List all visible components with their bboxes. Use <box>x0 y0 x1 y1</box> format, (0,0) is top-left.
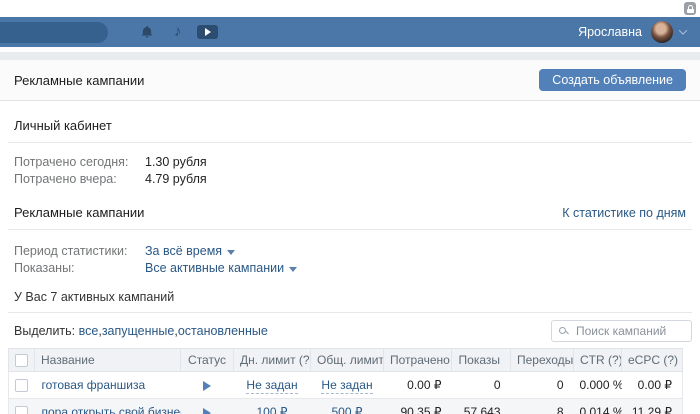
campaigns-heading: Рекламные кампании <box>14 205 145 220</box>
table-toolbar: Выделить: все запущенные остановленные <box>8 313 692 348</box>
shown-filter-label: Показаны: <box>14 261 75 275</box>
spent-yesterday-value: 4.79 рубля <box>145 172 207 186</box>
chevron-down-icon <box>678 26 688 35</box>
avatar[interactable] <box>651 21 673 43</box>
account-section: Личный кабинет Потрачено сегодня: 1.30 р… <box>0 101 700 188</box>
ctr-value: 0.014 % <box>573 398 622 414</box>
impressions-value: 57 643 <box>451 398 511 414</box>
search-icon <box>559 326 566 334</box>
ctr-value: 0.000 % <box>573 371 622 399</box>
daily-limit-link[interactable]: 100 ₽ <box>256 405 288 414</box>
lock-icon[interactable] <box>684 2 696 15</box>
table-row: пора открыть свой бизнес 100 ₽ 500 ₽ 90.… <box>8 398 683 414</box>
campaigns-heading-row: Рекламные кампании К статистике по дням <box>8 188 692 230</box>
page: ♪ Ярославна Рекламные кампании Создать о… <box>0 0 700 414</box>
daily-stats-link[interactable]: К статистике по дням <box>562 206 686 220</box>
row-checkbox[interactable] <box>15 378 29 392</box>
spent-today-label: Потрачено сегодня: <box>14 155 129 169</box>
col-ctr: CTR (?) <box>573 348 622 372</box>
col-impressions: Показы <box>451 348 511 372</box>
campaigns-table: Название Статус Дн. лимит (?) Общ. лимит… <box>8 348 683 414</box>
shown-filter-row: Показаны: Все активные кампании <box>14 260 686 277</box>
spent-value: 0.00 ₽ <box>383 371 452 399</box>
campaigns-count-summary: У Вас 7 активных кампаний <box>8 277 692 313</box>
select-stopped-link[interactable]: остановленные <box>178 324 268 338</box>
account-stats: Потрачено сегодня: 1.30 рубля Потрачено … <box>0 143 700 188</box>
total-limit-link[interactable]: Не задан <box>321 378 373 394</box>
user-menu[interactable]: Ярославна <box>578 21 688 43</box>
account-heading: Личный кабинет <box>8 101 692 143</box>
col-ecpc: eCPC (?) <box>621 348 683 372</box>
ecpc-value: 0.00 ₽ <box>621 371 683 399</box>
select-all-checkbox[interactable] <box>15 353 28 367</box>
dropdown-arrow-icon <box>289 267 298 272</box>
play-status-icon[interactable] <box>203 407 211 414</box>
spent-yesterday-label: Потрачено вчера: <box>14 172 117 186</box>
ecpc-value: 11.29 ₽ <box>621 398 683 414</box>
select-all-cell <box>8 348 35 372</box>
spent-today-value: 1.30 рубля <box>145 155 207 169</box>
header-search-pill[interactable] <box>0 21 108 43</box>
music-icon[interactable]: ♪ <box>174 24 182 39</box>
campaign-name-link[interactable]: пора открыть свой бизнес <box>34 398 181 414</box>
shown-filter-dropdown[interactable]: Все активные кампании <box>145 260 298 277</box>
campaign-search <box>551 319 692 342</box>
row-checkbox[interactable] <box>15 405 29 414</box>
campaign-name-link[interactable]: готовая франшиза <box>34 371 181 399</box>
dropdown-arrow-icon <box>227 250 236 255</box>
period-filter-dropdown[interactable]: За всё время <box>145 243 236 260</box>
col-total-limit: Общ. лимит <box>310 348 384 372</box>
table-header-row: Название Статус Дн. лимит (?) Общ. лимит… <box>8 348 683 372</box>
user-name: Ярославна <box>578 25 642 39</box>
clicks-value: 8 <box>510 398 574 414</box>
period-filter-label: Период статистики: <box>14 244 128 258</box>
spent-value: 90.35 ₽ <box>383 398 452 414</box>
search-input[interactable] <box>551 319 692 342</box>
daily-limit-link[interactable]: Не задан <box>246 378 298 394</box>
page-title-bar: Рекламные кампании Создать объявление <box>0 60 700 101</box>
play-status-icon[interactable] <box>203 380 211 391</box>
video-icon[interactable] <box>196 25 218 39</box>
campaigns-section: Рекламные кампании К статистике по дням … <box>0 188 700 414</box>
period-filter-row: Период статистики: За всё время <box>14 243 686 260</box>
page-title: Рекламные кампании <box>14 72 145 88</box>
select-all-link[interactable]: все <box>79 324 102 338</box>
campaign-filters: Период статистики: За всё время Показаны… <box>0 230 700 277</box>
col-clicks: Переходы <box>510 348 574 372</box>
table-row: готовая франшиза Не задан Не задан 0.00 … <box>8 371 683 399</box>
total-limit-link[interactable]: 500 ₽ <box>331 405 363 414</box>
gray-strip <box>0 52 700 60</box>
col-name: Название <box>34 348 181 372</box>
bell-icon[interactable] <box>140 25 154 39</box>
top-nav-bar: ♪ Ярославна <box>0 17 700 47</box>
clicks-value: 0 <box>510 371 574 399</box>
col-status: Статус <box>180 348 234 372</box>
spent-today-row: Потрачено сегодня: 1.30 рубля <box>14 154 686 171</box>
header-icons: ♪ <box>108 24 218 39</box>
browser-strip <box>0 0 700 17</box>
create-ad-button[interactable]: Создать объявление <box>539 69 686 91</box>
col-spent: Потрачено <box>383 348 452 372</box>
impressions-value: 0 <box>451 371 511 399</box>
select-label: Выделить: <box>14 323 76 338</box>
col-daily-limit: Дн. лимит (?) <box>233 348 311 372</box>
spent-yesterday-row: Потрачено вчера: 4.79 рубля <box>14 171 686 188</box>
select-running-link[interactable]: запущенные <box>102 324 178 338</box>
